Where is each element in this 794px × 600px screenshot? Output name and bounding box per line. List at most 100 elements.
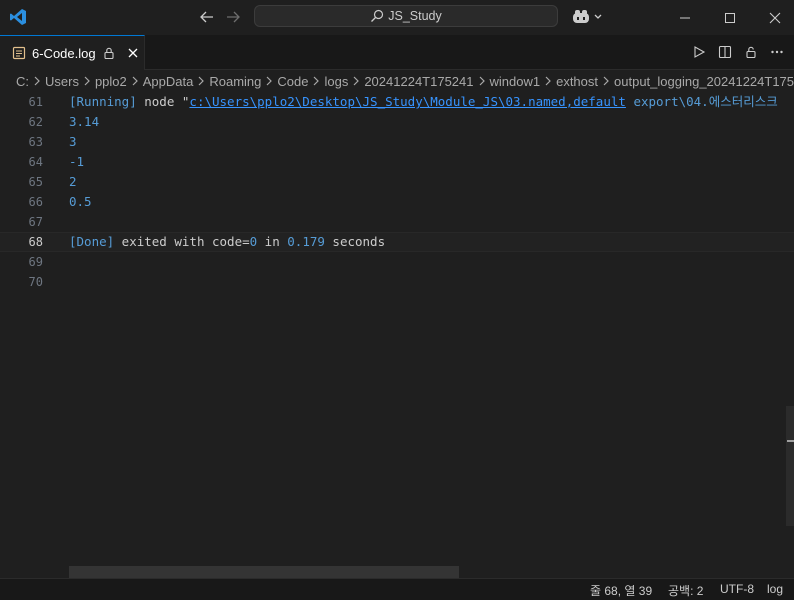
tab-6-code-log[interactable]: 6-Code.log	[0, 35, 145, 70]
editor-line[interactable]: 62 3.14	[0, 112, 794, 132]
vertical-scrollbar[interactable]	[786, 406, 794, 526]
title-bar: JS_Study	[0, 0, 794, 35]
copilot-icon	[573, 10, 589, 23]
code-token: exited with code=	[114, 234, 250, 249]
unlock-button[interactable]	[742, 43, 760, 61]
command-center-search[interactable]: JS_Study	[254, 5, 558, 27]
breadcrumb-item[interactable]: output_logging_20241224T175241	[614, 74, 794, 89]
line-number: 66	[28, 195, 43, 209]
editor-line[interactable]: 68 [Done] exited with code=0 in 0.179 sec…	[0, 232, 794, 252]
line-number: 70	[28, 275, 43, 289]
code-token: 0.179	[287, 234, 325, 249]
file-log-icon	[12, 46, 26, 60]
breadcrumb-item[interactable]: AppData	[143, 74, 194, 89]
line-number: 68	[28, 235, 43, 249]
code-token[interactable]: c:\Users\pplo2\Desktop\JS_Study\Module_J…	[189, 94, 626, 109]
code-token: 에스터리스크	[708, 94, 778, 109]
line-number: 62	[28, 115, 43, 129]
tab-bar: 6-Code.log	[0, 35, 794, 70]
run-icon	[694, 46, 706, 58]
code-token: in	[257, 234, 288, 249]
breadcrumb-item[interactable]: Code	[277, 74, 308, 89]
arrow-right-icon[interactable]	[224, 8, 242, 26]
line-content: 0.5	[69, 192, 92, 212]
code-token: -1	[69, 154, 85, 169]
breadcrumb-item[interactable]: Users	[45, 74, 79, 89]
breadcrumb-item[interactable]: pplo2	[95, 74, 127, 89]
breadcrumb-item[interactable]: exthost	[556, 74, 598, 89]
chevron-down-icon	[594, 14, 602, 19]
command-center-label: JS_Study	[388, 9, 442, 23]
editor-line[interactable]: 67	[0, 212, 794, 232]
editor-line[interactable]: 63 3	[0, 132, 794, 152]
line-number: 67	[28, 215, 43, 229]
chevron-right-icon	[33, 75, 41, 87]
close-icon[interactable]	[126, 46, 140, 60]
line-number: 61	[28, 95, 43, 109]
breadcrumb-item[interactable]: logs	[324, 74, 348, 89]
editor-actions	[690, 43, 786, 61]
code-token: 3	[69, 134, 77, 149]
code-token: 3.14	[69, 114, 100, 129]
indentation-status[interactable]: 공백: 2	[668, 582, 703, 599]
breadcrumb-item[interactable]: Roaming	[209, 74, 261, 89]
line-number: 64	[28, 155, 43, 169]
editor-line[interactable]: 66 0.5	[0, 192, 794, 212]
breadcrumb-item[interactable]: C:	[16, 74, 29, 89]
tab-title: 6-Code.log	[32, 45, 96, 61]
chevron-right-icon	[197, 75, 205, 87]
editor-line[interactable]: 70	[0, 272, 794, 292]
maximize-icon	[725, 12, 735, 23]
code-token: 2	[69, 174, 77, 189]
minimize-button[interactable]	[662, 0, 708, 35]
horizontal-scrollbar[interactable]	[69, 566, 459, 578]
line-content: [Running] node "c:\Users\pplo2\Desktop\J…	[69, 92, 778, 112]
editor-line[interactable]: 65 2	[0, 172, 794, 192]
arrow-left-icon[interactable]	[198, 8, 216, 26]
split-editor-button[interactable]	[716, 43, 734, 61]
editor-line[interactable]: 61 [Running] node "c:\Users\pplo2\Desktop…	[0, 92, 794, 112]
line-content: 3.14	[69, 112, 99, 132]
unlock-icon	[746, 46, 756, 59]
split-editor-icon	[718, 45, 732, 59]
code-token: export\04.	[633, 94, 709, 109]
more-actions-button[interactable]	[768, 43, 786, 61]
copilot-menu[interactable]	[571, 8, 605, 26]
code-token: node "	[136, 94, 190, 109]
cursor-position-marker	[787, 440, 794, 442]
search-icon	[371, 9, 384, 22]
close-icon	[769, 12, 781, 23]
lock-icon	[104, 47, 114, 60]
chevron-right-icon	[478, 75, 486, 87]
chevron-right-icon	[312, 75, 320, 87]
line-number: 65	[28, 175, 43, 189]
vscode-logo-icon[interactable]	[9, 8, 27, 26]
chevron-right-icon	[602, 75, 610, 87]
line-content: -1	[69, 152, 84, 172]
breadcrumb-item[interactable]: 20241224T175241	[364, 74, 473, 89]
line-content: 2	[69, 172, 77, 192]
more-icon	[771, 50, 783, 54]
chevron-right-icon	[544, 75, 552, 87]
editor-line[interactable]: 69	[0, 252, 794, 272]
code-token: [Done]	[69, 234, 115, 249]
editor-area[interactable]: 70 69 68 [Done] exited with code=0 in 0.179…	[0, 92, 794, 578]
run-button[interactable]	[690, 43, 708, 61]
chevron-right-icon	[83, 75, 91, 87]
code-token: seconds	[324, 234, 386, 249]
encoding-status[interactable]: UTF-8	[720, 582, 754, 596]
line-number: 63	[28, 135, 43, 149]
code-token: [Running]	[69, 94, 137, 109]
breadcrumb-item[interactable]: window1	[490, 74, 541, 89]
maximize-button[interactable]	[707, 0, 753, 35]
line-number: 69	[28, 255, 43, 269]
chevron-right-icon	[131, 75, 139, 87]
status-bar: 줄 68, 열 39 공백: 2 UTF-8 log	[0, 578, 794, 600]
editor-line[interactable]: 64 -1	[0, 152, 794, 172]
code-token: 0.5	[69, 194, 92, 209]
language-mode-status[interactable]: log	[767, 582, 783, 596]
cursor-position-status[interactable]: 줄 68, 열 39	[590, 582, 652, 599]
chevron-right-icon	[265, 75, 273, 87]
line-content: [Done] exited with code=0 in 0.179 secon…	[69, 233, 385, 251]
close-window-button[interactable]	[752, 0, 794, 35]
